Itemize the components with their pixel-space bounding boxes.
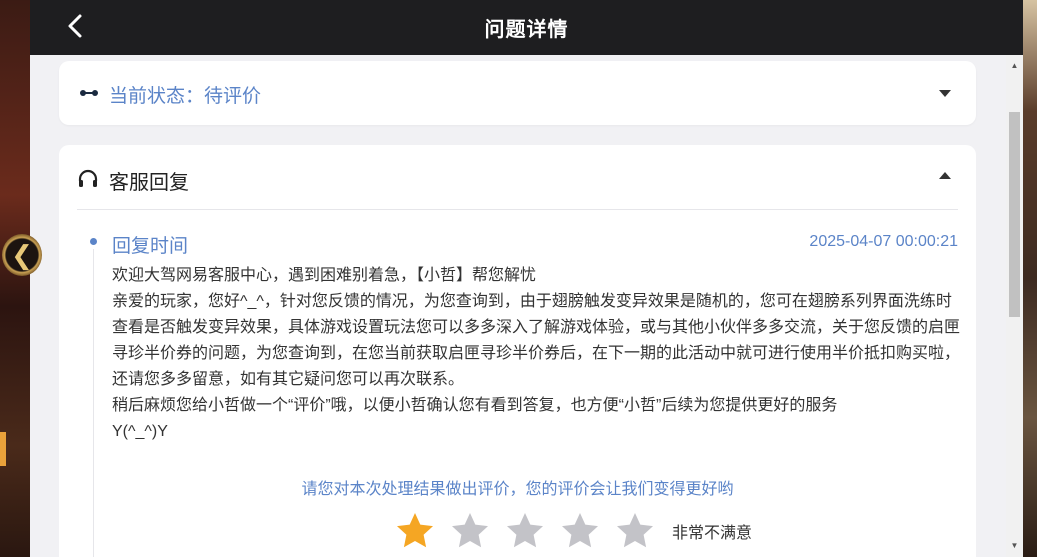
star-rating: 非常不满意 [395,511,752,551]
timeline-line [93,249,94,557]
side-badge [0,432,6,466]
reply-line: 亲爱的玩家，您好^_^，针对您反馈的情况，为您查询到，由于翅膀触发变异效果是随机… [112,293,961,388]
scroll-down-arrow-icon[interactable]: ▼ [1006,537,1023,553]
reply-time-label: 回复时间 [112,236,189,257]
scrollbar[interactable]: ▲ ▼ [1006,55,1023,557]
star-icon[interactable] [395,511,435,551]
chevron-left-icon [68,14,82,38]
reply-section-title: 客服回复 [109,172,189,194]
dots-icon [80,90,98,96]
star-icon[interactable] [560,511,600,551]
problem-detail-panel: 问题详情 当前状态：待评价 客服回复 回复时间 2025-04-07 00:00… [30,0,1023,557]
timeline-dot [90,238,97,245]
rating-label: 非常不满意 [672,525,753,542]
scroll-up-arrow-icon[interactable]: ▲ [1006,57,1023,73]
top-bar: 问题详情 [30,0,1023,55]
side-collapse-handle[interactable]: ❮ [2,234,42,276]
star-icon[interactable] [450,511,490,551]
page-title: 问题详情 [484,19,569,41]
game-background-right [1021,0,1037,557]
star-icon[interactable] [615,511,655,551]
scrollbar-thumb[interactable] [1009,112,1020,317]
double-chevron-left-icon: ❮ [11,240,33,270]
customer-service-reply-card: 客服回复 回复时间 2025-04-07 00:00:21 欢迎大驾网易客服中心… [59,145,976,557]
caret-down-icon[interactable] [939,90,951,97]
reply-line: Y(^_^)Y [112,423,168,440]
game-background-left [0,0,30,557]
headset-icon [78,169,98,187]
star-icon[interactable] [505,511,545,551]
reply-time-value: 2025-04-07 00:00:21 [809,233,958,250]
caret-up-icon[interactable] [939,172,951,179]
reply-line: 稍后麻烦您给小哲做一个“评价”哦，以便小哲确认您有看到答复，也方便“小哲”后续为… [112,397,838,414]
back-button[interactable] [60,10,92,42]
reply-line: 欢迎大驾网易客服中心，遇到困难别着急，【小哲】帮您解忧 [112,267,537,284]
reply-message: 欢迎大驾网易客服中心，遇到困难别着急，【小哲】帮您解忧 亲爱的玩家，您好^_^，… [112,263,960,445]
status-card[interactable]: 当前状态：待评价 [59,61,976,125]
rating-prompt: 请您对本次处理结果做出评价，您的评价会让我们变得更好哟 [301,481,734,498]
divider [77,209,958,210]
status-text: 当前状态：待评价 [109,86,262,107]
